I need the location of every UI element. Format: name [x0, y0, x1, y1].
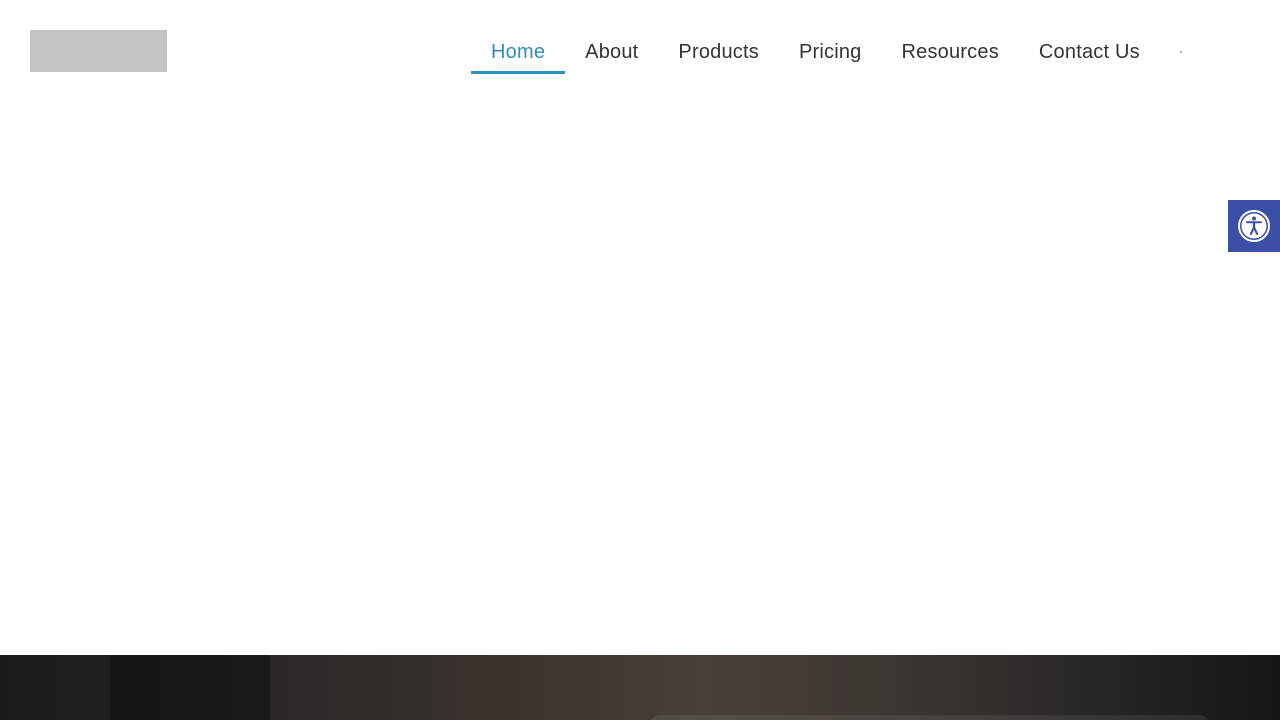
nav-item-about[interactable]: About	[565, 30, 658, 74]
nav-search-toggle[interactable]	[1179, 51, 1182, 53]
nav-item-pricing[interactable]: Pricing	[779, 30, 882, 74]
hero-banner	[0, 655, 1280, 720]
nav-item-contact-us[interactable]: Contact Us	[1019, 30, 1160, 74]
site-logo[interactable]	[30, 30, 167, 72]
main-nav: Home About Products Pricing Resources Co…	[471, 30, 1182, 74]
nav-item-products[interactable]: Products	[658, 30, 779, 74]
hero-panel	[650, 715, 1210, 720]
hero-background-image	[110, 655, 270, 720]
site-header: Home About Products Pricing Resources Co…	[0, 0, 1280, 100]
accessibility-toolbar-button[interactable]	[1228, 200, 1280, 252]
nav-item-resources[interactable]: Resources	[882, 30, 1019, 74]
nav-item-home[interactable]: Home	[471, 30, 566, 74]
accessibility-icon	[1238, 210, 1270, 242]
page: Home About Products Pricing Resources Co…	[0, 0, 1280, 720]
